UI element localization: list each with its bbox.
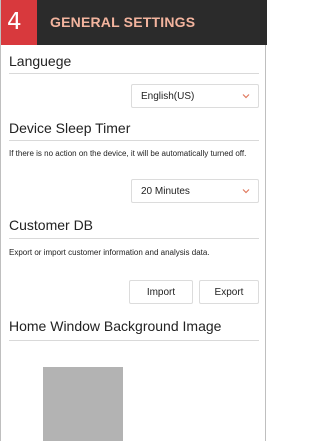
settings-header: 4 GENERAL SETTINGS [1,0,267,45]
customer-db-description: Export or import customer information an… [9,248,210,257]
background-image-divider [9,340,259,341]
language-select-value: English(US) [141,90,195,102]
sleep-timer-select[interactable]: 20 Minutes [131,179,259,203]
language-divider [9,73,259,74]
background-image-thumbnail[interactable] [43,367,123,441]
sleep-timer-description: If there is no action on the device, it … [9,149,247,158]
sleep-timer-select-value: 20 Minutes [141,185,190,197]
import-button[interactable]: Import [129,280,193,304]
export-button[interactable]: Export [199,280,259,304]
page-title: GENERAL SETTINGS [50,14,196,30]
sleep-timer-section-title: Device Sleep Timer [9,120,131,136]
customer-db-divider [9,238,259,239]
sleep-timer-divider [9,140,259,141]
language-select[interactable]: English(US) [131,84,259,108]
settings-panel: 4 GENERAL SETTINGS Languege English(US) … [0,0,267,441]
customer-db-section-title: Customer DB [9,217,94,233]
language-section-title: Languege [9,53,72,69]
chevron-down-icon [242,189,250,194]
chevron-down-icon [242,94,250,99]
background-image-section-title: Home Window Background Image [9,318,222,334]
step-number-badge: 4 [1,0,37,45]
